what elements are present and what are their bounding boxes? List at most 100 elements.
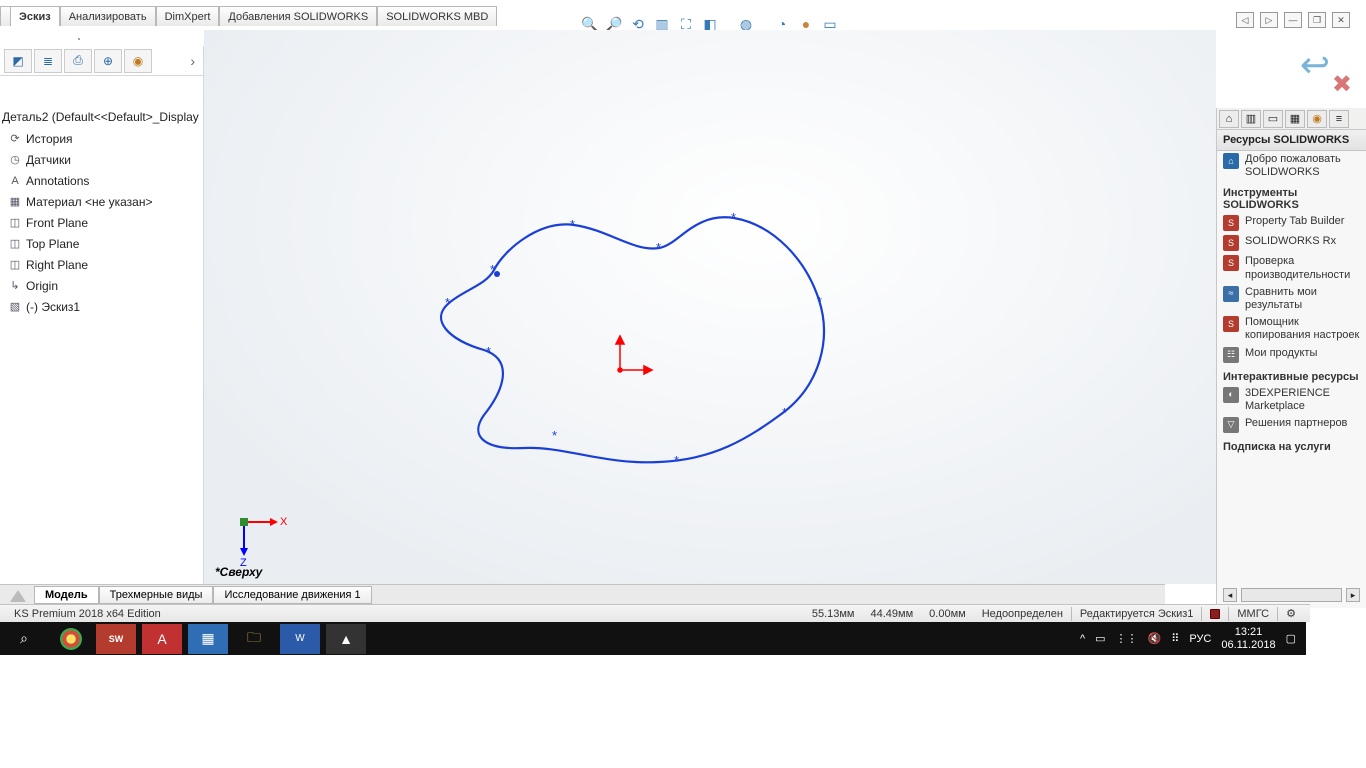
tray-action-center-icon[interactable]: ▢ [1286, 632, 1296, 645]
products-icon: ☷ [1223, 347, 1239, 363]
ribbon-tab-mbd[interactable]: SOLIDWORKS MBD [377, 6, 497, 26]
resource-tab-4[interactable]: ▦ [1285, 110, 1305, 128]
taskbar-explorer-icon[interactable]: 🗀 [234, 624, 274, 654]
window-close-icon[interactable]: ✕ [1332, 12, 1350, 28]
status-coord-z: 0.00мм [921, 608, 974, 620]
resource-link[interactable]: ≈Сравнить мои результаты [1217, 284, 1366, 314]
taskbar-acrobat-icon[interactable]: A [142, 624, 182, 654]
resource-welcome[interactable]: ⌂ Добро пожаловать SOLIDWORKS [1217, 151, 1366, 181]
resource-label: Мои продукты [1245, 347, 1317, 360]
sw-app-icon: S [1223, 215, 1239, 231]
resource-tab-5[interactable]: ◉ [1307, 110, 1327, 128]
tree-root[interactable]: Деталь2 (Default<<Default>_Display [0, 106, 203, 128]
taskbar-photos-icon[interactable]: ▲ [326, 624, 366, 654]
resource-tab-6[interactable]: ≡ [1329, 110, 1349, 128]
tree-item-right-plane[interactable]: ◫Right Plane [0, 254, 203, 275]
panel-tab-3[interactable]: ⎙ [64, 49, 92, 73]
tree-label: Origin [26, 279, 58, 293]
window-maximize-icon[interactable]: ❐ [1308, 12, 1326, 28]
status-coord-x: 55.13мм [804, 608, 863, 620]
tray-battery-icon[interactable]: ▭ [1095, 632, 1105, 645]
svg-text:*: * [817, 294, 822, 309]
resource-link[interactable]: SПомощник копирования настроек [1217, 314, 1366, 344]
window-prev-icon[interactable]: ◁ [1236, 12, 1254, 28]
window-next-icon[interactable]: ▷ [1260, 12, 1278, 28]
resource-link[interactable]: S SOLIDWORKS Rx [1217, 233, 1366, 253]
doc-tab-3dviews[interactable]: Трехмерные виды [99, 586, 214, 604]
status-led [1202, 609, 1228, 619]
taskbar-word-icon[interactable]: W [280, 624, 320, 654]
scroll-track[interactable] [1241, 588, 1342, 602]
window-controls: ◁ ▷ — ❐ ✕ [1236, 12, 1350, 28]
sw-app-icon: S [1223, 316, 1239, 332]
tree-item-history[interactable]: ⟳История [0, 128, 203, 149]
graphics-viewport[interactable]: * * * * * * * * * * [204, 30, 1216, 584]
tree-label: (-) Эскиз1 [26, 300, 80, 314]
tray-language[interactable]: РУС [1189, 633, 1211, 645]
ribbon-tab-analyze[interactable]: Анализировать [60, 6, 156, 26]
resources-panel: ⌂ ▥ ▭ ▦ ◉ ≡ Ресурсы SOLIDWORKS ⌂ Добро п… [1216, 108, 1366, 608]
tray-dropbox-icon[interactable]: ⠿ [1171, 632, 1179, 645]
panel-tab-4[interactable]: ⊕ [94, 49, 122, 73]
tray-time: 13:21 [1221, 626, 1275, 638]
tree-label: Front Plane [26, 216, 88, 230]
doc-tab-model[interactable]: Модель [34, 586, 99, 604]
sketch-icon: ▧ [8, 300, 22, 314]
resource-label: SOLIDWORKS Rx [1245, 235, 1336, 248]
resource-tabs: ⌂ ▥ ▭ ▦ ◉ ≡ [1217, 108, 1366, 130]
status-edition: KS Premium 2018 x64 Edition [6, 608, 169, 620]
tree-item-sensors[interactable]: ◷Датчики [0, 149, 203, 170]
ribbon-tab-dimxpert[interactable]: DimXpert [156, 6, 220, 26]
tree-item-top-plane[interactable]: ◫Top Plane [0, 233, 203, 254]
ribbon-pin-icon [78, 38, 80, 40]
window-minimize-icon[interactable]: — [1284, 12, 1302, 28]
tree-item-material[interactable]: ▦Материал <не указан> [0, 191, 203, 212]
taskbar-app-icon[interactable]: ▦ [188, 624, 228, 654]
tree-item-front-plane[interactable]: ◫Front Plane [0, 212, 203, 233]
resource-tab-2[interactable]: ▥ [1241, 110, 1261, 128]
cancel-sketch-icon[interactable]: ✖ [1332, 70, 1352, 99]
panel-tab-overflow-icon[interactable]: › [186, 53, 199, 69]
panel-tab-1[interactable]: ◩ [4, 49, 32, 73]
ribbon-tabs: Эскиз Анализировать DimXpert Добавления … [0, 6, 497, 26]
tray-date: 06.11.2018 [1221, 639, 1275, 651]
resource-tab-3[interactable]: ▭ [1263, 110, 1283, 128]
scroll-right-icon[interactable]: ▸ [1346, 588, 1360, 602]
ribbon-tab-stub[interactable] [0, 6, 10, 26]
resource-tab-home-icon[interactable]: ⌂ [1219, 110, 1239, 128]
taskbar-search-icon[interactable]: ⌕ [4, 624, 44, 654]
resource-link[interactable]: SProperty Tab Builder [1217, 213, 1366, 233]
panel-tab-2[interactable]: ≣ [34, 49, 62, 73]
status-units[interactable]: ММГС [1229, 608, 1277, 620]
tree-label: Датчики [26, 153, 71, 167]
resource-link[interactable]: SПроверка производительности [1217, 253, 1366, 283]
material-icon: ▦ [8, 195, 22, 209]
tree-item-origin[interactable]: ↳Origin [0, 275, 203, 296]
sw-app-icon: S [1223, 235, 1239, 251]
taskbar-solidworks-icon[interactable]: SW [96, 624, 136, 654]
resource-scrollbar[interactable]: ◂ ▸ [1223, 588, 1360, 602]
panel-tab-5[interactable]: ◉ [124, 49, 152, 73]
tree-item-annotations[interactable]: AAnnotations [0, 170, 203, 191]
resource-link[interactable]: ▽Решения партнеров [1217, 415, 1366, 435]
status-bar: KS Premium 2018 x64 Edition 55.13мм 44.4… [0, 604, 1310, 622]
doc-tab-motion[interactable]: Исследование движения 1 [213, 586, 371, 604]
tray-volume-icon[interactable]: 🔇 [1148, 632, 1162, 645]
tab-nav-icon[interactable] [10, 590, 26, 602]
tray-clock[interactable]: 13:21 06.11.2018 [1221, 626, 1275, 650]
sw-app-icon: S [1223, 255, 1239, 271]
tray-wifi-icon[interactable]: ⋮⋮ [1116, 632, 1138, 645]
resource-link[interactable]: ◐3DEXPERIENCE Marketplace [1217, 385, 1366, 415]
ribbon-tab-sketch[interactable]: Эскиз [10, 6, 60, 26]
scroll-left-icon[interactable]: ◂ [1223, 588, 1237, 602]
resource-link[interactable]: ☷ Мои продукты [1217, 345, 1366, 365]
svg-text:*: * [782, 405, 787, 420]
resource-label: 3DEXPERIENCE Marketplace [1245, 387, 1360, 413]
taskbar-chrome-icon[interactable] [60, 628, 82, 650]
status-settings-icon[interactable]: ⚙ [1278, 607, 1304, 620]
resource-group-subscription: Подписка на услуги [1217, 435, 1366, 455]
tree-item-sketch1[interactable]: ▧ (-) Эскиз1 [0, 296, 203, 317]
resource-group-interactive: Интерактивные ресурсы [1217, 365, 1366, 385]
tray-overflow-icon[interactable]: ^ [1080, 633, 1085, 645]
ribbon-tab-addins[interactable]: Добавления SOLIDWORKS [219, 6, 377, 26]
